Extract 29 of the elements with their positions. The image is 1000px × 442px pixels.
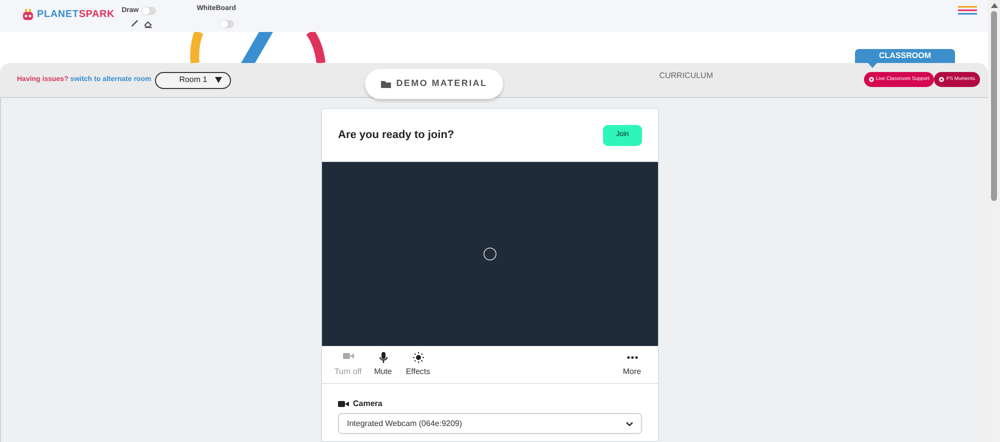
close-icon bbox=[939, 77, 944, 82]
eraser-icon[interactable] bbox=[144, 18, 153, 28]
toggle-switch[interactable] bbox=[220, 20, 234, 28]
control-button[interactable]: More bbox=[616, 352, 648, 378]
card-title: Are you ready to join? bbox=[338, 128, 454, 143]
close-icon bbox=[869, 77, 874, 82]
scroll-up-icon[interactable] bbox=[990, 3, 998, 8]
tab[interactable]: CURRICULUM bbox=[659, 70, 713, 82]
logo-text: PLANETSPARK bbox=[37, 8, 115, 22]
caret-icon bbox=[215, 77, 222, 83]
logo-icon bbox=[22, 8, 34, 20]
scrollbar[interactable] bbox=[988, 0, 1000, 442]
camera-icon bbox=[338, 400, 349, 408]
menu-icon[interactable] bbox=[958, 6, 977, 15]
pointer-icon bbox=[868, 63, 877, 68]
pencil-icon[interactable] bbox=[130, 18, 139, 28]
control-button[interactable]: Effects bbox=[402, 352, 434, 378]
scrollbar-thumb[interactable] bbox=[991, 11, 997, 201]
room-select[interactable]: Room 1 bbox=[155, 72, 232, 88]
control-button[interactable]: Mute bbox=[367, 352, 399, 378]
tab[interactable]: DEMO MATERIAL bbox=[365, 69, 504, 99]
field-label: Camera bbox=[353, 398, 382, 410]
camera-select[interactable]: Integrated Webcam (064e:9209) bbox=[338, 413, 642, 434]
folder-icon bbox=[381, 80, 392, 88]
loading-icon bbox=[483, 247, 497, 261]
sun-icon bbox=[412, 352, 424, 362]
microphone-icon bbox=[378, 352, 388, 362]
chevron-icon bbox=[626, 422, 633, 426]
toggle-switch[interactable] bbox=[142, 7, 156, 16]
